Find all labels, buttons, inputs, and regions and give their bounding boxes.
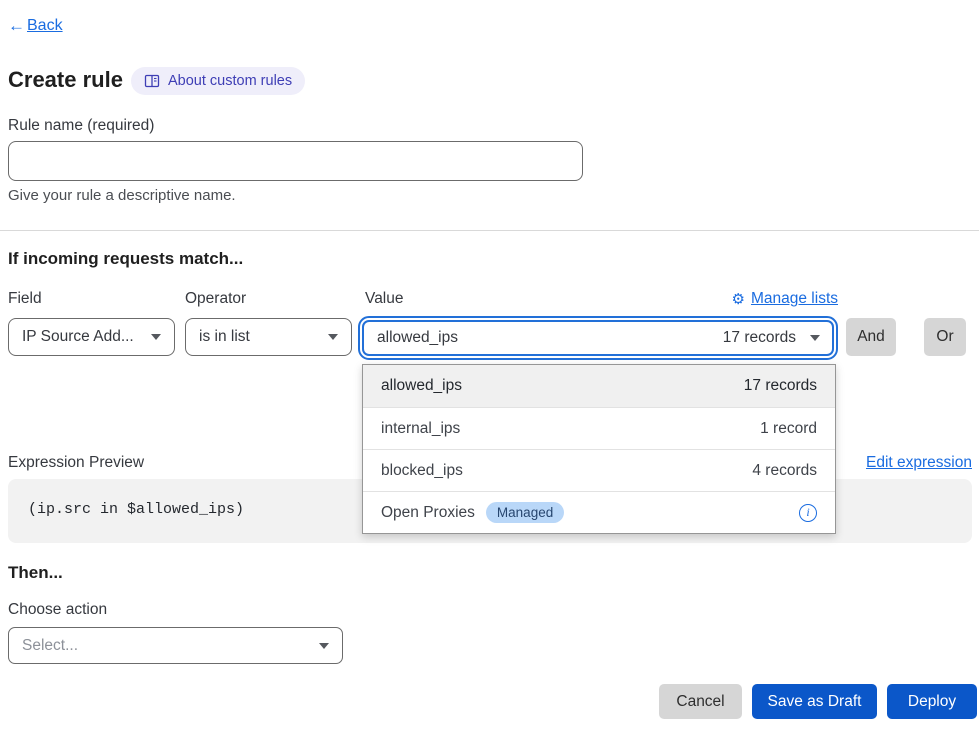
book-icon [144,73,160,89]
deploy-button[interactable]: Deploy [887,684,977,719]
section-divider [0,230,979,231]
field-column-label: Field [8,290,42,308]
list-item-name: blocked_ips [381,462,463,480]
back-link[interactable]: ←Back [8,16,63,36]
list-item-name: Open Proxies [381,504,475,522]
choose-action-label: Choose action [8,601,107,619]
and-button[interactable]: And [846,318,896,356]
rule-name-label: Rule name (required) [8,117,154,135]
or-button[interactable]: Or [924,318,966,356]
info-icon[interactable]: i [799,504,817,522]
expression-code: (ip.src in $allowed_ips) [28,501,244,518]
field-select-value: IP Source Add... [22,328,134,346]
operator-select[interactable]: is in list [185,318,352,356]
list-item-internal-ips[interactable]: internal_ips 1 record [363,407,835,449]
chevron-down-icon [328,334,338,340]
about-custom-rules-link[interactable]: About custom rules [131,67,305,95]
back-label: Back [27,17,63,35]
chevron-down-icon [319,643,329,649]
list-item-records: 1 record [760,420,817,438]
list-item-allowed-ips[interactable]: allowed_ips 17 records [363,365,835,407]
match-section-heading: If incoming requests match... [8,249,243,269]
expression-preview-label: Expression Preview [8,454,144,472]
list-item-name: allowed_ips [381,377,462,395]
value-column-label: Value [365,290,404,308]
rule-name-input[interactable] [8,141,583,181]
list-item-records: 4 records [752,462,817,480]
manage-lists-label: Manage lists [751,290,838,308]
then-section-heading: Then... [8,563,63,583]
chevron-down-icon [810,335,820,341]
edit-expression-link[interactable]: Edit expression [866,454,972,472]
page-title: Create rule [8,67,123,93]
value-select-records: 17 records [723,329,796,347]
operator-select-value: is in list [199,328,250,346]
list-item-blocked-ips[interactable]: blocked_ips 4 records [363,449,835,491]
about-custom-rules-label: About custom rules [168,73,292,89]
manage-lists-link[interactable]: ⚙ Manage lists [732,290,838,308]
list-item-records: 17 records [744,377,817,395]
value-select-value: allowed_ips [377,329,458,347]
list-item-open-proxies[interactable]: Open Proxies Managed i [363,491,835,533]
list-item-name: internal_ips [381,420,460,438]
save-as-draft-button[interactable]: Save as Draft [752,684,877,719]
action-select[interactable]: Select... [8,627,343,664]
gear-icon: ⚙ [732,290,745,308]
operator-column-label: Operator [185,290,246,308]
chevron-down-icon [151,334,161,340]
action-select-placeholder: Select... [22,637,78,655]
rule-name-helper: Give your rule a descriptive name. [8,187,236,204]
back-arrow-icon: ← [8,16,25,36]
managed-badge: Managed [486,502,564,523]
cancel-button[interactable]: Cancel [659,684,742,719]
list-dropdown: allowed_ips 17 records internal_ips 1 re… [362,364,836,534]
create-rule-page: ←Back Create rule About custom rules Rul… [0,0,979,739]
value-select[interactable]: allowed_ips 17 records [362,320,834,356]
field-select[interactable]: IP Source Add... [8,318,175,356]
